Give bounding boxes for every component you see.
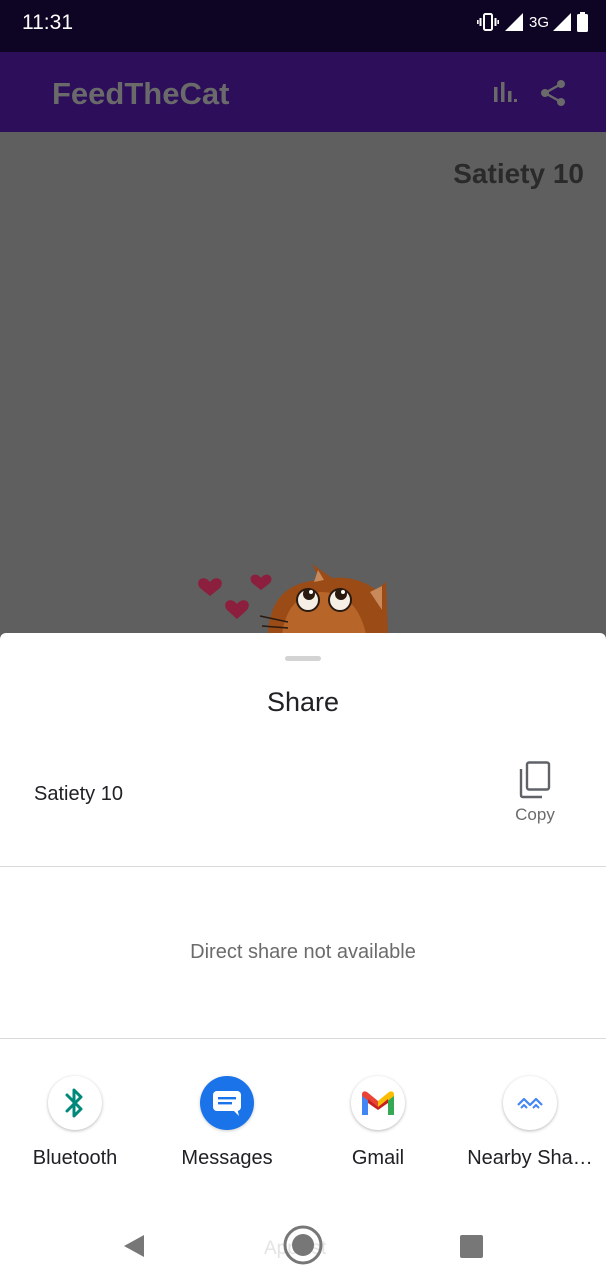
direct-share-message: Direct share not available [190,941,416,963]
vibrate-icon [476,13,499,31]
bar-chart-icon[interactable] [490,78,520,108]
drag-handle[interactable] [285,656,321,661]
battery-icon [577,12,588,32]
nearby-share-icon [503,1076,557,1130]
messages-icon [200,1076,254,1130]
status-bar: 11:31 3G [0,0,606,52]
signal-icon [553,13,571,31]
shared-text-preview: Satiety 10 [34,783,123,805]
back-icon[interactable] [122,1234,146,1258]
recents-icon[interactable] [460,1235,483,1258]
share-target-label: Gmail [351,1147,405,1169]
copy-icon [519,761,551,799]
navigation-bar: App list [0,1210,606,1280]
gmail-icon [351,1076,405,1130]
network-type: 3G [528,13,549,31]
signal-icon [504,13,523,31]
share-target-label: Messages [181,1147,273,1169]
home-icon[interactable] [282,1224,324,1266]
share-targets: Bluetooth Messages Gmail Nearby Sha… [0,1073,606,1183]
share-target-bluetooth[interactable]: Bluetooth [5,1073,145,1170]
share-target-label: Bluetooth [32,1147,118,1169]
copy-button[interactable]: Copy [500,761,570,831]
copy-label: Copy [515,805,555,824]
share-sheet-title: Share [266,687,340,717]
share-icon[interactable] [538,78,568,108]
status-icons: 3G [476,10,588,34]
share-target-nearby-share[interactable]: Nearby Sha… [460,1073,600,1170]
main-content: Satiety 10 [0,132,606,634]
cat-illustration[interactable] [190,560,400,634]
app-bar: FeedTheCat [0,52,606,132]
satiety-label: Satiety 10 [453,158,584,189]
divider [0,866,606,867]
status-time: 11:31 [22,11,73,34]
share-sheet: Share Satiety 10 Copy Direct share not a… [0,633,606,1280]
share-target-label: Nearby Sha… [467,1147,593,1169]
divider [0,1038,606,1039]
app-title: FeedTheCat [52,76,230,111]
share-target-gmail[interactable]: Gmail [308,1073,448,1170]
share-target-messages[interactable]: Messages [157,1073,297,1170]
bluetooth-icon [48,1076,102,1130]
